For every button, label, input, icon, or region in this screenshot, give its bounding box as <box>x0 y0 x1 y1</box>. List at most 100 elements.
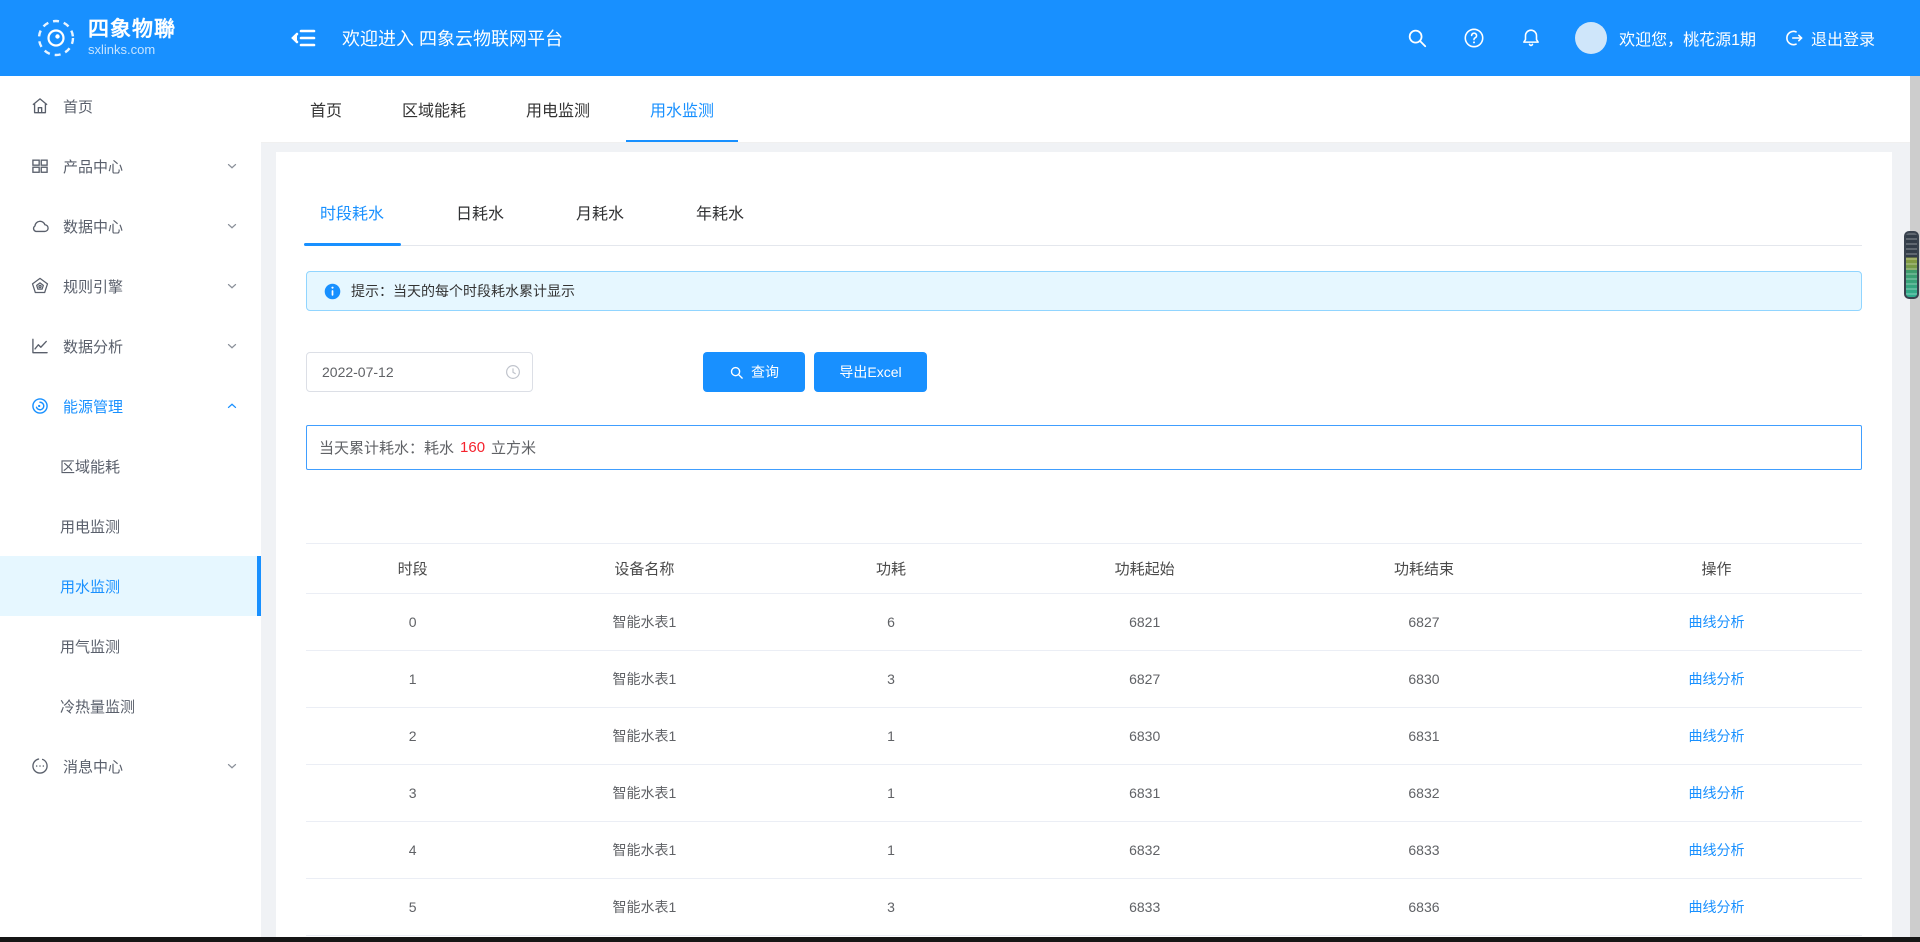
cell-device: 智能水表1 <box>519 878 770 936</box>
export-excel-button[interactable]: 导出Excel <box>814 352 927 392</box>
page-tab-bar: 首页 区域能耗 用电监测 用水监测 <box>261 76 1920 143</box>
tab-label: 首页 <box>310 103 343 120</box>
bell-icon[interactable] <box>1520 27 1542 49</box>
sidebar-subitem-region-energy[interactable]: 区域能耗 <box>0 436 261 496</box>
brand-logo: 四象物聯 sxlinks.com <box>0 18 261 58</box>
subtab-period-water[interactable]: 时段耗水 <box>303 202 402 246</box>
table-row: 2 智能水表1 1 6830 6831 曲线分析 <box>306 707 1862 765</box>
brand-title: 四象物聯 <box>88 18 176 42</box>
cell-period: 4 <box>306 821 520 879</box>
search-button[interactable]: 查询 <box>703 352 805 392</box>
cell-start: 6827 <box>1012 650 1277 708</box>
sidebar-item-rule-engine[interactable]: 规则引擎 <box>0 256 261 316</box>
bottom-window-edge <box>0 937 1920 942</box>
column-header-end: 功耗结束 <box>1276 543 1572 594</box>
column-header-start: 功耗起始 <box>1012 543 1277 594</box>
sidebar-item-label: 数据分析 <box>63 338 124 356</box>
sidebar-subitem-gas-monitor[interactable]: 用气监测 <box>0 616 261 676</box>
sidebar-item-label: 能源管理 <box>63 398 124 416</box>
curve-analysis-link[interactable]: 曲线分析 <box>1689 728 1745 744</box>
sidebar-item-data-center[interactable]: 数据中心 <box>0 196 261 256</box>
summary-suffix: 立方米 <box>491 440 537 457</box>
sidebar-item-energy-management[interactable]: 能源管理 <box>0 376 261 436</box>
curve-analysis-link[interactable]: 曲线分析 <box>1689 899 1745 915</box>
table-row: 3 智能水表1 1 6831 6832 曲线分析 <box>306 764 1862 822</box>
column-header-period: 时段 <box>306 543 520 594</box>
tab-electricity-monitor[interactable]: 用电监测 <box>502 76 614 142</box>
tab-water-monitor[interactable]: 用水监测 <box>626 76 739 142</box>
curve-analysis-link[interactable]: 曲线分析 <box>1689 614 1745 630</box>
cell-start: 6831 <box>1012 764 1277 822</box>
logout-button[interactable]: 退出登录 <box>1784 26 1875 50</box>
cell-consumption: 6 <box>769 593 1013 651</box>
sidebar-item-home[interactable]: 首页 <box>0 76 261 136</box>
sidebar-item-label: 首页 <box>63 98 94 116</box>
vertical-scrollbar-thumb[interactable] <box>1904 231 1919 299</box>
daily-total-summary: 当天累计耗水：耗水 160 立方米 <box>306 425 1862 470</box>
sidebar-item-message-center[interactable]: 消息中心 <box>0 736 261 796</box>
brand-logo-icon <box>37 19 75 57</box>
chevron-down-icon <box>227 763 237 769</box>
cell-consumption: 3 <box>769 878 1013 936</box>
subtab-daily-water[interactable]: 日耗水 <box>456 202 504 245</box>
subtab-monthly-water[interactable]: 月耗水 <box>576 202 624 245</box>
brand-subtitle: sxlinks.com <box>88 42 156 58</box>
water-sub-tabs: 时段耗水 日耗水 月耗水 年耗水 <box>303 202 1862 246</box>
topbar-main: 欢迎进入 四象云物联网平台 欢迎您，桃花源1期 退出登录 <box>261 22 1920 54</box>
logout-label: 退出登录 <box>1810 32 1875 49</box>
tab-label: 用电监测 <box>526 103 591 120</box>
sidebar-item-product-center[interactable]: 产品中心 <box>0 136 261 196</box>
search-button-label: 查询 <box>751 364 779 380</box>
sidebar-subitem-water-monitor[interactable]: 用水监测 <box>0 556 261 616</box>
product-grid-icon <box>32 159 48 173</box>
cell-consumption: 1 <box>769 821 1013 879</box>
sidebar-subitem-electricity-monitor[interactable]: 用电监测 <box>0 496 261 556</box>
cell-end: 6833 <box>1276 821 1572 879</box>
cell-device: 智能水表1 <box>519 707 770 765</box>
cell-consumption: 1 <box>769 764 1013 822</box>
message-bubble-icon <box>32 758 48 774</box>
sidebar-item-label: 规则引擎 <box>63 278 124 296</box>
cell-period: 0 <box>306 593 520 651</box>
hint-text: 提示：当天的每个时段耗水累计显示 <box>351 283 575 299</box>
curve-analysis-link[interactable]: 曲线分析 <box>1689 842 1745 858</box>
cell-device: 智能水表1 <box>519 821 770 879</box>
curve-analysis-link[interactable]: 曲线分析 <box>1689 785 1745 801</box>
date-picker <box>306 352 533 392</box>
page-title: 欢迎进入 四象云物联网平台 <box>342 29 563 49</box>
help-icon[interactable] <box>1463 27 1485 49</box>
sidebar-item-data-analysis[interactable]: 数据分析 <box>0 316 261 376</box>
cell-period: 5 <box>306 878 520 936</box>
sidebar-subitem-heat-monitor[interactable]: 冷热量监测 <box>0 676 261 736</box>
brand-text: 四象物聯 sxlinks.com <box>88 18 176 57</box>
subtab-yearly-water[interactable]: 年耗水 <box>696 202 744 245</box>
tab-home[interactable]: 首页 <box>286 76 366 142</box>
column-header-consumption: 功耗 <box>769 543 1013 594</box>
content-card: 时段耗水 日耗水 月耗水 年耗水 提示：当天的每个时段耗水累计显示 2022-0… <box>276 152 1892 942</box>
cell-device: 智能水表1 <box>519 764 770 822</box>
rule-badge-icon <box>31 277 49 294</box>
chevron-down-icon <box>227 163 237 169</box>
user-greeting: 欢迎您，桃花源1期 <box>1619 32 1756 49</box>
home-icon <box>32 98 48 114</box>
cell-start: 6830 <box>1012 707 1277 765</box>
avatar[interactable] <box>1575 22 1608 54</box>
main-content: 首页 区域能耗 用电监测 用水监测 时段耗水 日耗水 月耗水 年耗水 提示：当天… <box>261 76 1920 942</box>
chevron-up-icon <box>227 403 237 409</box>
curve-analysis-link[interactable]: 曲线分析 <box>1689 671 1745 687</box>
cell-device: 智能水表1 <box>519 593 770 651</box>
summary-prefix: 当天累计耗水：耗水 <box>319 440 455 457</box>
table-row: 0 智能水表1 6 6821 6827 曲线分析 <box>306 593 1862 651</box>
query-toolbar: 查询 导出Excel <box>306 352 1862 392</box>
chevron-down-icon <box>227 283 237 289</box>
tab-region-energy[interactable]: 区域能耗 <box>378 76 490 142</box>
table-row: 4 智能水表1 1 6832 6833 曲线分析 <box>306 821 1862 879</box>
column-header-actions: 操作 <box>1571 543 1862 594</box>
search-icon[interactable] <box>1406 27 1428 49</box>
clock-icon <box>506 365 520 379</box>
column-header-device: 设备名称 <box>519 543 770 594</box>
vertical-scrollbar-track[interactable] <box>1904 76 1920 942</box>
sidebar-subitem-label: 用水监测 <box>60 578 121 596</box>
menu-fold-icon[interactable] <box>291 25 317 51</box>
date-input[interactable] <box>306 352 533 392</box>
